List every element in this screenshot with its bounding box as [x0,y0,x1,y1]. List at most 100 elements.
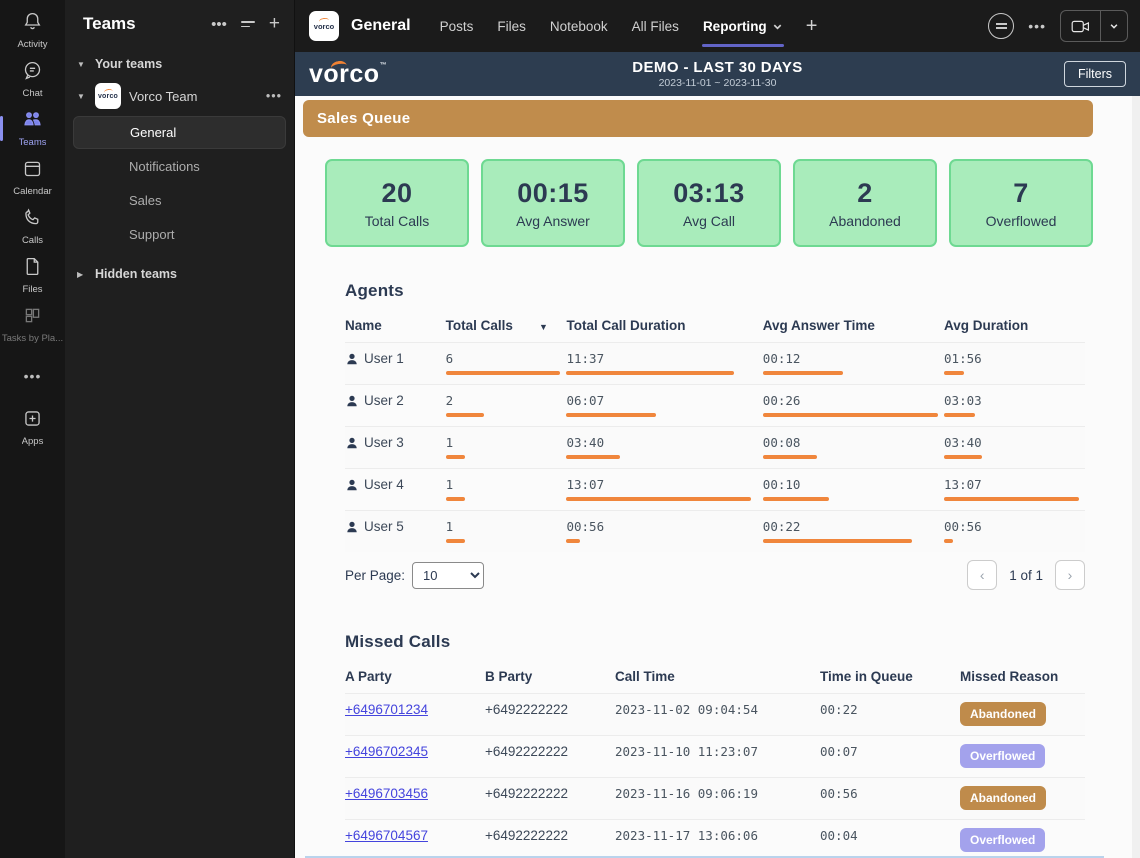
col-header-missed-reason: Missed Reason [960,669,1059,684]
prev-page-button[interactable]: ‹ [967,560,998,590]
total-call-duration-bar [566,455,620,459]
rail-item-calendar[interactable]: Calendar [0,153,65,202]
agent-total-calls: 2 [445,393,454,408]
col-header-avg-answer-time[interactable]: Avg Answer Time [763,309,944,343]
tab-notebook[interactable]: Notebook [541,0,617,52]
rail-item-label: Tasks by Pla... [1,333,64,344]
chevron-collapsed-icon: ▶ [77,269,84,279]
a-party-link[interactable]: +6496702345 [345,744,428,759]
total-calls-bar [445,455,466,459]
avg-answer-time-bar [762,413,938,417]
col-header-b-party: B Party [485,669,533,684]
a-party-link[interactable]: +6496701234 [345,702,428,717]
agent-name: User 5 [364,519,404,534]
stat-value: 00:15 [517,177,589,208]
rail-item-calls[interactable]: Calls [0,202,65,251]
chat-bubble-icon[interactable] [988,13,1015,39]
rail-item-teams[interactable]: Teams [0,104,65,153]
agent-total-calls: 6 [445,351,454,366]
channel-general[interactable]: General [73,116,286,149]
tab-reporting[interactable]: Reporting [694,0,792,52]
rail-item-activity[interactable]: Activity [0,6,65,55]
col-header-total-call-duration[interactable]: Total Call Duration [566,309,762,343]
sidebar-title: Teams [83,14,136,33]
agent-total-call-duration: 11:37 [566,351,605,366]
your-teams-toggle[interactable]: ▼ Your teams [65,51,294,77]
agent-row: User 2 2 06:07 00:26 03:03 [345,384,1085,427]
call-time: 2023-11-02 09:04:54 [615,702,758,717]
chat-icon [22,60,43,86]
hidden-teams-toggle[interactable]: ▶ Hidden teams [65,261,294,287]
channel-support[interactable]: Support [73,218,286,251]
a-party-link[interactable]: +6496703456 [345,786,428,801]
stat-label: Total Calls [364,212,430,229]
agent-total-call-duration: 03:40 [566,435,605,450]
header-more-icon[interactable]: ••• [1028,18,1046,34]
team-row-vorco[interactable]: ▼ vorco Vorco Team ••• [65,77,294,115]
avg-answer-time-bar [762,539,912,543]
missed-call-row: +6496701234 +6492222222 2023-11-02 09:04… [345,693,1085,736]
team-avatar: vorco [95,83,121,109]
missed-calls-table: A Party B Party Call Time Time in Queue … [345,660,1085,858]
stat-cards: 20 Total Calls 00:15 Avg Answer 03:13 Avg C… [325,159,1093,247]
tab-label: Posts [439,18,474,34]
chevron-down-icon [773,24,781,30]
per-page-label: Per Page: [345,567,406,583]
a-party-link[interactable]: +6496704567 [345,828,428,843]
agent-total-call-duration: 06:07 [566,393,605,408]
next-page-button[interactable]: › [1055,560,1085,590]
agent-name: User 3 [364,435,404,450]
rail-item-files[interactable]: Files [0,251,65,300]
avg-answer-time-bar [762,371,844,375]
per-page-select[interactable]: 10 [412,561,485,589]
video-camera-icon[interactable] [1061,11,1101,41]
total-call-duration-bar [566,371,734,375]
rail-item-tasks[interactable]: Tasks by Pla... [0,300,65,349]
missed-calls-section: Missed Calls A Party B Party Call Time T… [345,632,1085,858]
rail-item-apps[interactable]: Apps [0,403,65,452]
rail-item-chat[interactable]: Chat [0,55,65,104]
channel-notifications[interactable]: Notifications [73,150,286,183]
avg-duration-bar [944,371,965,375]
sidebar-more-icon[interactable]: ••• [211,16,227,33]
agent-name: User 2 [364,393,404,408]
total-calls-bar [445,371,561,375]
dashboard: Sales Queue 20 Total Calls 00:15 Avg Answe… [295,96,1140,858]
agent-avg-duration: 13:07 [944,477,982,492]
filter-icon[interactable] [240,20,255,28]
filters-button[interactable]: Filters [1063,61,1126,87]
col-header-avg-duration[interactable]: Avg Duration [944,309,1085,343]
vertical-scrollbar[interactable] [1132,96,1140,858]
agent-avg-answer-time: 00:12 [762,351,801,366]
tab-all-files[interactable]: All Files [623,0,688,52]
chevron-expanded-icon: ▼ [77,91,85,101]
meet-options-chevron-icon[interactable] [1101,21,1127,31]
channel-avatar: vorco [309,11,339,41]
tab-label: Notebook [549,18,608,34]
tab-posts[interactable]: Posts [431,0,483,52]
channel-label: General [130,125,177,140]
missed-call-row: +6496702345 +6492222222 2023-11-10 11:23… [345,735,1085,778]
agent-row: User 1 6 11:37 00:12 01:56 [345,342,1085,385]
add-team-icon[interactable]: + [269,13,280,35]
b-party-number: +6492222222 [485,744,568,759]
team-more-icon[interactable]: ••• [266,89,282,103]
col-header-name[interactable]: Name [345,309,446,343]
file-icon [22,256,43,282]
channel-label: Sales [129,193,162,208]
call-time: 2023-11-10 11:23:07 [615,744,758,759]
missed-reason-badge: Abandoned [960,786,1046,810]
agent-avg-answer-time: 00:22 [762,519,801,534]
stat-card-total-calls: 20 Total Calls [325,159,469,247]
rail-item-label: Activity [17,39,48,50]
rail-more-icon[interactable]: ••• [24,359,42,393]
agent-total-calls: 1 [445,519,454,534]
teams-icon [22,109,43,135]
your-teams-label: Your teams [95,57,163,71]
col-header-total-calls[interactable]: Total Calls ▼ [446,309,567,343]
add-tab-button[interactable]: + [798,15,826,38]
stat-label: Avg Call [683,212,735,229]
channel-sales[interactable]: Sales [73,184,286,217]
tab-files[interactable]: Files [488,0,535,52]
vorco-logo: vorco™ [309,59,388,88]
